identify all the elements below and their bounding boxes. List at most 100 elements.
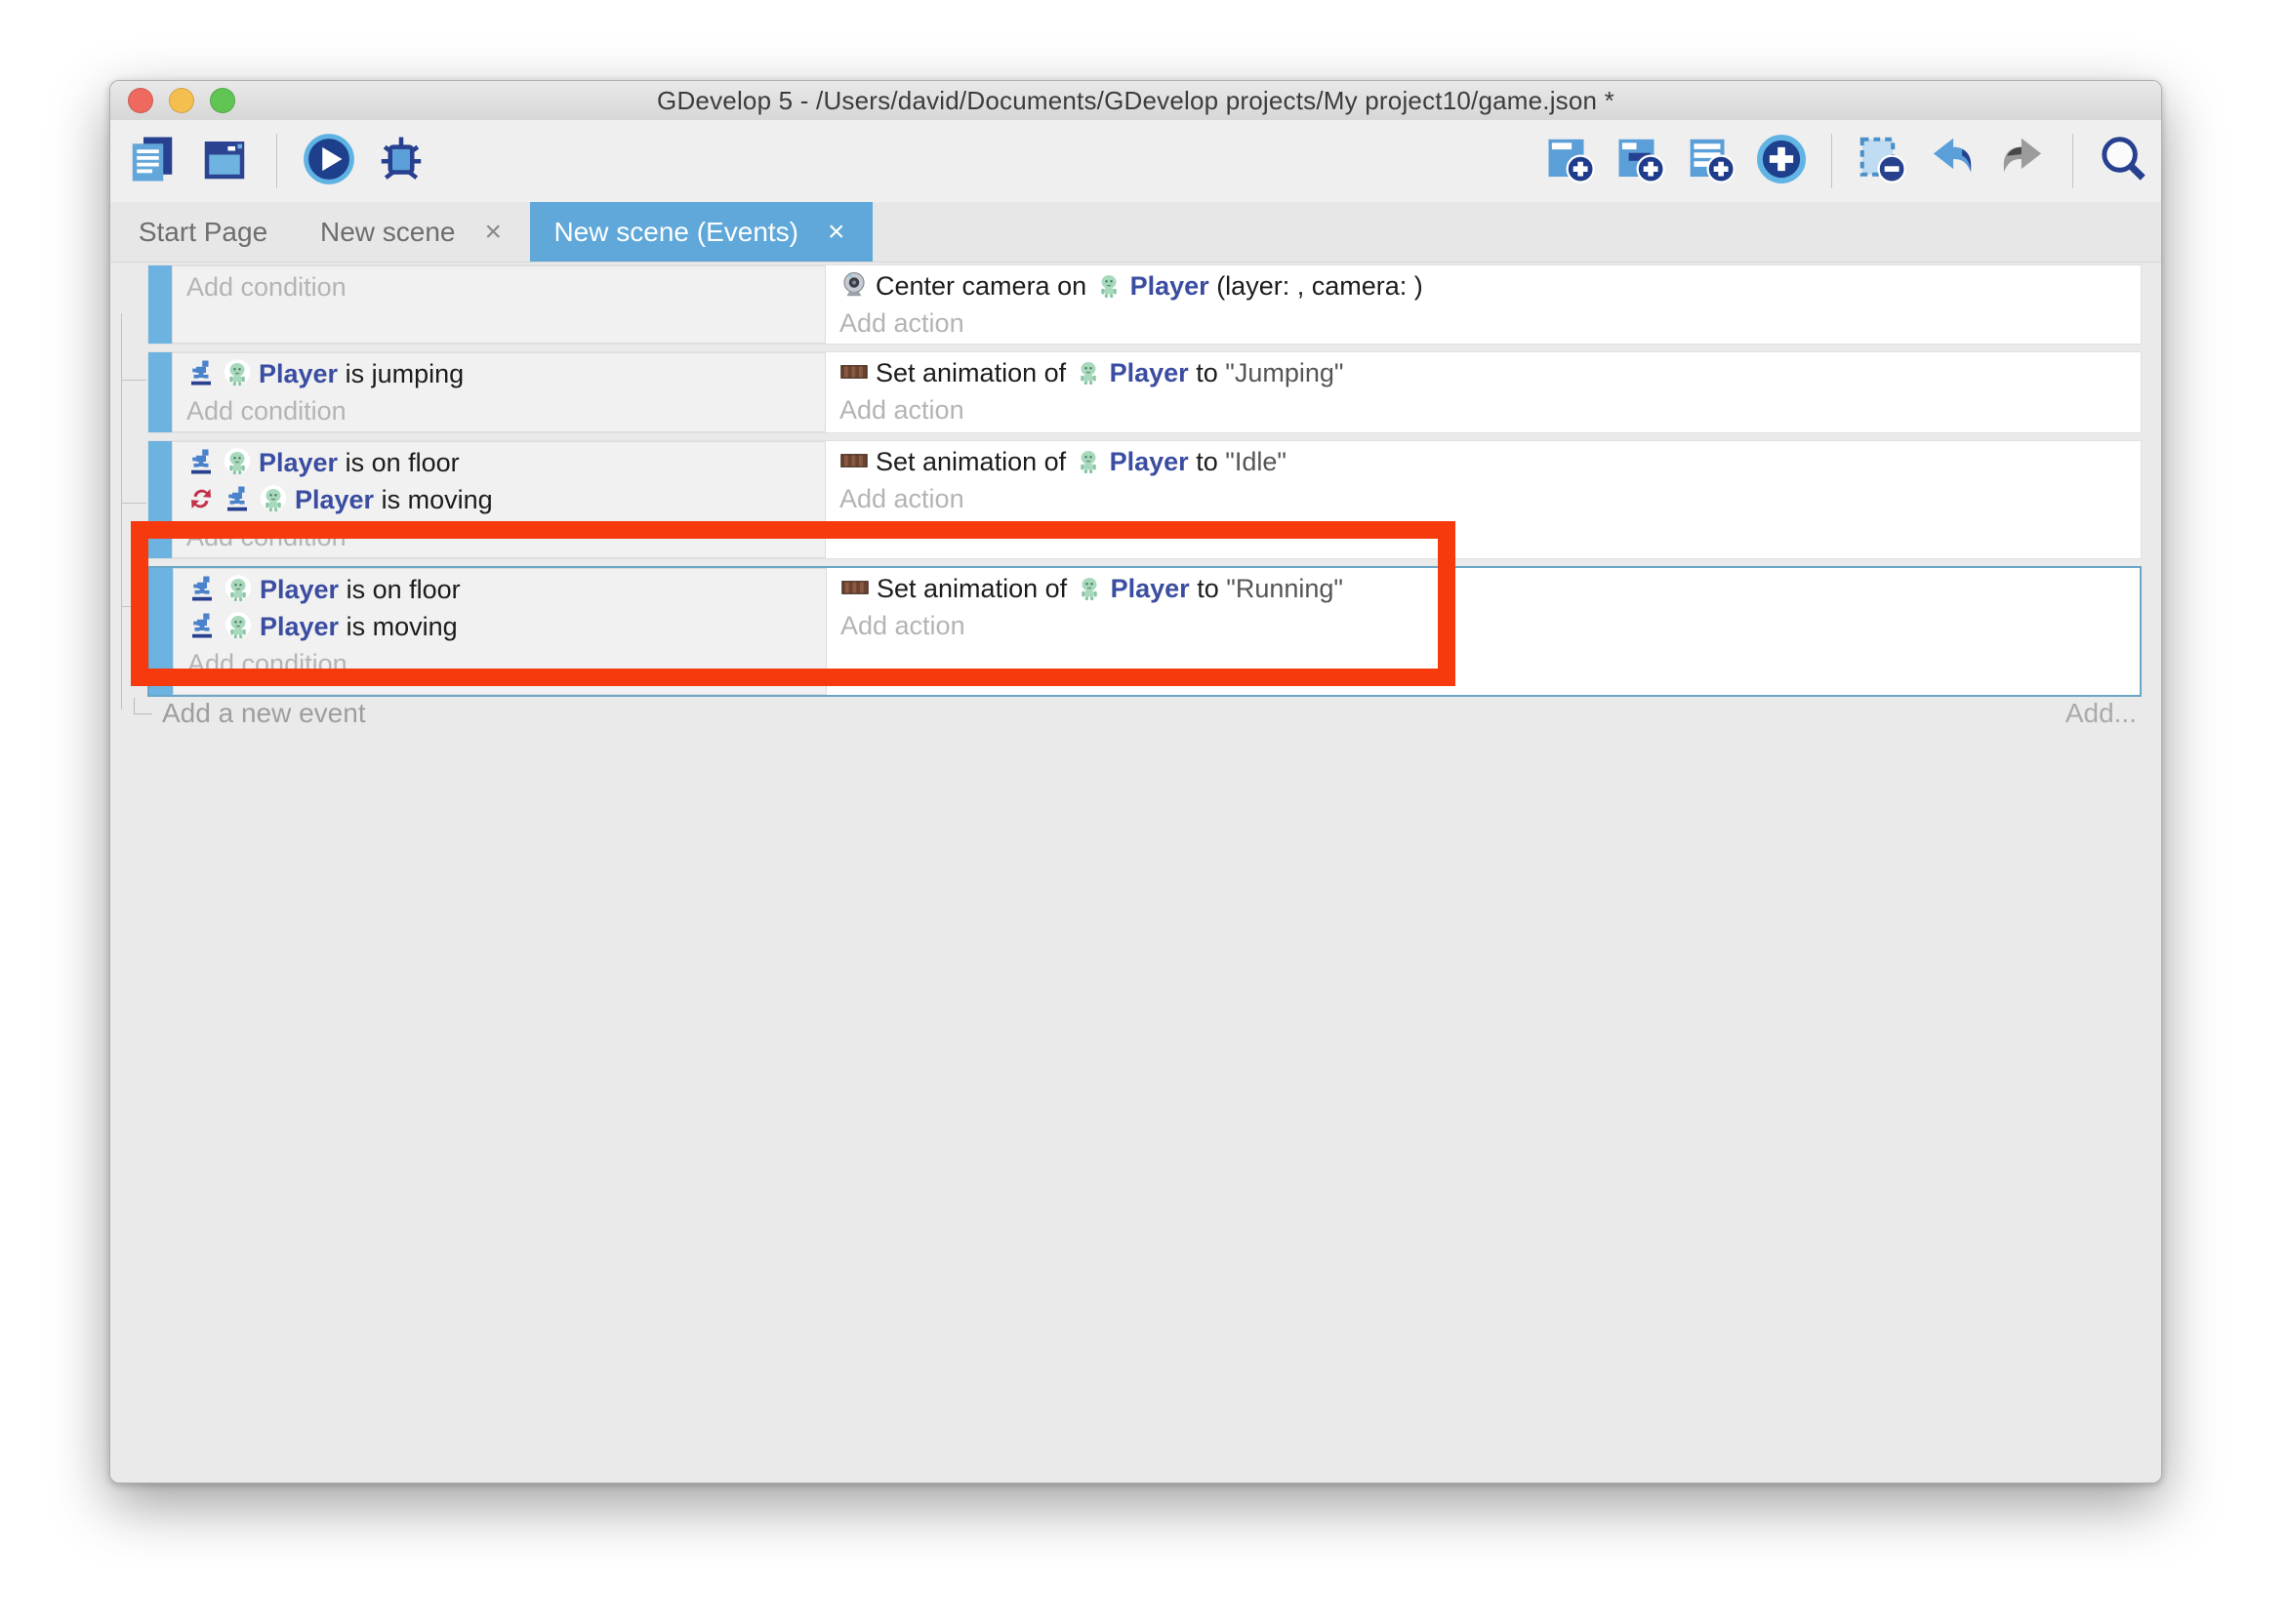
tab-new-scene[interactable]: New scene × (296, 202, 530, 262)
tab-label: New scene (320, 217, 456, 248)
condition-line[interactable]: Player is moving (174, 608, 826, 645)
play-icon (303, 133, 355, 190)
add-subevent-button[interactable] (1613, 133, 1669, 189)
toolbar-separator (2072, 134, 2073, 188)
events-sheet: Add conditionCenter camera on Player (la… (110, 263, 2161, 1482)
close-tab-icon[interactable]: × (480, 218, 506, 247)
remove-event-button[interactable] (1854, 133, 1910, 189)
player-icon (1074, 357, 1103, 386)
object-name: Player (260, 612, 339, 641)
player-icon (223, 447, 252, 476)
event-tree-tick (121, 606, 146, 607)
platformer-icon (186, 447, 216, 476)
animation-icon (839, 446, 869, 475)
event-row[interactable]: Player is jumpingAdd conditionSet animat… (147, 351, 2142, 433)
conditions-column: Player is jumpingAdd condition (172, 352, 826, 432)
scene-window-button[interactable] (196, 133, 253, 189)
add-action-button[interactable]: Add action (826, 391, 2141, 428)
action-line[interactable]: Center camera on Player (layer: , camera… (826, 267, 2141, 304)
player-icon (259, 484, 288, 513)
search-button[interactable] (2095, 133, 2151, 189)
actions-column: Set animation of Player to "Jumping"Add … (826, 352, 2141, 432)
add-circle-icon (1755, 133, 1808, 190)
condition-line[interactable]: Player is jumping (173, 355, 825, 392)
debug-icon (375, 133, 428, 190)
camera-icon (839, 270, 869, 300)
add-condition-button[interactable]: Add condition (173, 392, 825, 429)
event-row-selected[interactable]: Player is on floorPlayer is movingAdd co… (147, 566, 2142, 697)
actions-column: Center camera on Player (layer: , camera… (826, 265, 2141, 344)
event-drag-bar[interactable] (148, 265, 172, 344)
redo-button[interactable] (1994, 133, 2051, 189)
instruction-text: to (1189, 358, 1226, 387)
instruction-text: Set animation of (877, 574, 1075, 603)
toolbar (110, 120, 2161, 202)
add-action-button[interactable]: Add action (827, 607, 2140, 644)
instruction-text: "Jumping" (1225, 358, 1343, 387)
instruction-text: is jumping (338, 359, 464, 388)
event-row[interactable]: Player is on floorPlayer is movingAdd co… (147, 440, 2142, 559)
object-name: Player (295, 485, 374, 514)
object-name: Player (1130, 271, 1209, 301)
player-icon (1094, 270, 1124, 300)
platformer-icon (223, 484, 252, 513)
scene-window-icon (198, 133, 251, 190)
remove-event-icon (1856, 133, 1908, 190)
object-name: Player (259, 359, 338, 388)
tab-label: New scene (Events) (553, 217, 798, 248)
zoom-window-button[interactable] (210, 88, 235, 113)
event-drag-bar[interactable] (149, 568, 173, 695)
animation-icon (839, 357, 869, 386)
player-icon (224, 611, 253, 640)
instruction-text: is on floor (338, 448, 460, 477)
player-icon (223, 358, 252, 387)
action-line[interactable]: Set animation of Player to "Idle" (826, 443, 2141, 480)
condition-line[interactable]: Player is on floor (174, 571, 826, 608)
add-circle-button[interactable] (1753, 133, 1810, 189)
close-tab-icon[interactable]: × (824, 218, 849, 247)
action-line[interactable]: Set animation of Player to "Jumping" (826, 354, 2141, 391)
event-drag-bar[interactable] (148, 441, 172, 558)
undo-button[interactable] (1924, 133, 1981, 189)
event-drag-bar[interactable] (148, 352, 172, 432)
add-subevent-icon (1614, 133, 1667, 190)
play-button[interactable] (301, 133, 357, 189)
close-window-button[interactable] (128, 88, 153, 113)
animation-icon (840, 573, 870, 602)
tab-new-scene-events[interactable]: New scene (Events) × (530, 202, 873, 262)
add-comment-button[interactable] (1683, 133, 1739, 189)
gdevelop-window: GDevelop 5 - /Users/david/Documents/GDev… (109, 80, 2162, 1483)
window-title: GDevelop 5 - /Users/david/Documents/GDev… (657, 86, 1614, 116)
conditions-column: Player is on floorPlayer is movingAdd co… (173, 568, 827, 695)
minimize-window-button[interactable] (169, 88, 194, 113)
event-row[interactable]: Add conditionCenter camera on Player (la… (147, 264, 2142, 345)
event-tree-tick (121, 380, 146, 381)
tree-elbow-icon (134, 698, 152, 714)
object-name: Player (259, 448, 338, 477)
add-condition-button[interactable]: Add condition (174, 645, 826, 682)
toolbar-separator (1831, 134, 1832, 188)
project-manager-button[interactable] (124, 133, 181, 189)
tab-start-page[interactable]: Start Page (110, 202, 296, 262)
redo-icon (1996, 133, 2049, 190)
add-action-button[interactable]: Add action (826, 304, 2141, 342)
platformer-icon (186, 358, 216, 387)
search-icon (2097, 133, 2149, 190)
conditions-column: Player is on floorPlayer is movingAdd co… (172, 441, 826, 558)
add-condition-button[interactable]: Add condition (173, 518, 825, 555)
condition-line[interactable]: Player is on floor (173, 444, 825, 481)
add-button[interactable]: Add... (2065, 698, 2137, 729)
debug-button[interactable] (373, 133, 429, 189)
object-name: Player (260, 575, 339, 604)
title-bar[interactable]: GDevelop 5 - /Users/david/Documents/GDev… (110, 81, 2161, 121)
player-icon (224, 574, 253, 603)
action-line[interactable]: Set animation of Player to "Running" (827, 570, 2140, 607)
add-action-button[interactable]: Add action (826, 480, 2141, 517)
add-new-event-button[interactable]: Add a new event (162, 698, 366, 729)
add-event-row: Add a new event Add... (134, 692, 2137, 735)
add-event-icon (1544, 133, 1597, 190)
condition-line[interactable]: Player is moving (173, 481, 825, 518)
add-event-button[interactable] (1542, 133, 1599, 189)
toolbar-right-group (1542, 133, 2161, 189)
add-condition-button[interactable]: Add condition (173, 268, 825, 305)
